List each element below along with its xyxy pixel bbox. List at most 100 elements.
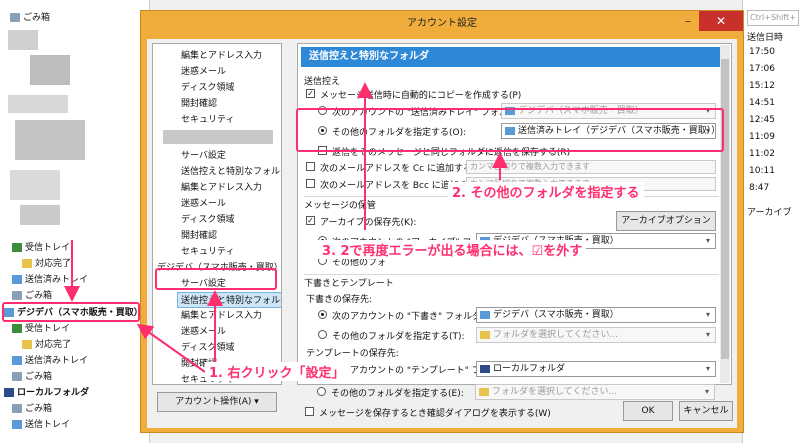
- folder-done-1[interactable]: 対応完了: [22, 256, 71, 272]
- search-input[interactable]: Ctrl+Shift+: [747, 10, 799, 26]
- divider: [304, 274, 719, 275]
- templates-other-label: その他のフォルダを指定する(E):: [331, 389, 464, 399]
- drafts-account-radio[interactable]: [318, 310, 327, 319]
- row-time: 8:47: [749, 183, 770, 193]
- computer-icon: [4, 388, 14, 397]
- blurred-block: [10, 170, 60, 200]
- drafts-account-select[interactable]: デジデバ（スマホ販売・買取） ▾: [476, 307, 716, 323]
- nav-item[interactable]: 編集とアドレス入力: [181, 308, 262, 324]
- nav-item[interactable]: 送信控えと特別なフォルダ: [181, 164, 281, 180]
- trash-icon: [12, 291, 22, 300]
- nav-item[interactable]: ディスク領域: [181, 212, 234, 228]
- trash-icon: [10, 13, 20, 22]
- chevron-down-icon: ▾: [705, 310, 710, 319]
- blurred-block: [30, 55, 70, 85]
- blurred-block: [8, 95, 68, 113]
- drafts-other-select[interactable]: フォルダを選択してください... ▾: [476, 327, 716, 343]
- cancel-button[interactable]: キャンセル: [679, 401, 733, 421]
- highlight-nav-selected: [155, 268, 277, 290]
- sent-icon: [12, 275, 22, 284]
- drafts-account-label: 次のアカウントの "下書き" フォルダ(D):: [332, 312, 498, 322]
- trash-icon: [12, 372, 22, 381]
- section-drafts: 下書きとテンプレート: [304, 279, 394, 289]
- annotation-step3: 3. 2で再度エラーが出る場合には、☑を外す: [318, 240, 587, 259]
- chevron-down-icon: ▾: [705, 364, 710, 373]
- nav-item[interactable]: セキュリティ: [181, 244, 234, 260]
- cc-checkbox[interactable]: [306, 162, 315, 171]
- row-time: 11:02: [749, 149, 775, 159]
- auto-copy-checkbox[interactable]: ✓: [306, 89, 315, 98]
- folder-local[interactable]: ローカルフォルダ: [4, 385, 89, 401]
- drafts-keep-label: 下書きの保存先:: [306, 295, 373, 305]
- folder-trash-2[interactable]: ごみ箱: [12, 369, 52, 385]
- nav-item[interactable]: 開封確認: [181, 228, 217, 244]
- folder-sent-1[interactable]: 送信済みトレイ: [12, 272, 88, 288]
- mail-account-icon: [480, 311, 490, 319]
- nav-item[interactable]: 編集とアドレス入力: [181, 180, 262, 196]
- folder-icon: [479, 388, 489, 396]
- row-time: 11:09: [749, 132, 775, 142]
- folder-pane: ごみ箱 受信トレイ 対応完了 送信済みトレイ ごみ箱 デジデバ（スマホ販売・買取…: [0, 0, 150, 443]
- row-time: 15:12: [749, 81, 775, 91]
- computer-icon: [480, 365, 490, 373]
- drafts-other-label: その他のフォルダを指定する(T):: [332, 332, 465, 342]
- row-time: 10:11: [749, 166, 775, 176]
- nav-item-selected[interactable]: 送信控えと特別なフォルダ: [177, 292, 281, 308]
- archive-keep-checkbox[interactable]: ✓: [306, 216, 315, 225]
- folder-icon: [480, 331, 490, 339]
- trash-icon: [12, 404, 22, 413]
- minimize-icon[interactable]: –: [677, 11, 699, 31]
- confirm-dialog-checkbox[interactable]: [305, 407, 314, 416]
- templates-other-radio[interactable]: [317, 387, 326, 396]
- folder-icon: [22, 259, 32, 268]
- settings-panel: 送信控えと特別なフォルダ 送信控え ✓ メッセージ送信時に自動的にコピーを作成す…: [297, 43, 732, 385]
- row-time: 17:50: [749, 47, 775, 57]
- close-icon[interactable]: ✕: [699, 11, 743, 31]
- templates-account-select[interactable]: ローカルフォルダ ▾: [476, 361, 716, 377]
- nav-item[interactable]: ディスク領域: [181, 80, 234, 96]
- chevron-down-icon: ▾: [705, 236, 710, 245]
- section-sent: 送信控え: [304, 77, 341, 87]
- folder-done-2[interactable]: 対応完了: [22, 337, 71, 353]
- folder-trash-top[interactable]: ごみ箱: [10, 10, 50, 26]
- folder-inbox-2[interactable]: 受信トレイ: [12, 321, 70, 337]
- folder-trash-3[interactable]: ごみ箱: [12, 401, 52, 417]
- nav-item[interactable]: サーバ設定: [181, 148, 226, 164]
- nav-item[interactable]: 迷惑メール: [181, 196, 226, 212]
- blurred-account: [163, 130, 273, 144]
- nav-item[interactable]: 開封確認: [181, 96, 217, 112]
- blurred-block: [20, 205, 60, 225]
- archive-button[interactable]: アーカイブ: [747, 205, 791, 218]
- inbox-icon: [12, 324, 22, 333]
- cc-input[interactable]: カンマ区切りで複数入力できます: [466, 160, 716, 174]
- chevron-down-icon: ▾: [705, 330, 710, 339]
- chevron-down-icon: ▾: [704, 387, 709, 396]
- nav-item[interactable]: セキュリティ: [181, 112, 234, 128]
- outbox-icon: [12, 420, 22, 429]
- column-header-date[interactable]: 送信日時: [747, 30, 783, 43]
- archive-options-button[interactable]: アーカイブオプション(A)...: [616, 211, 716, 244]
- nav-item[interactable]: ディスク領域: [181, 340, 234, 356]
- folder-outbox[interactable]: 送信トレイ: [12, 417, 70, 433]
- bcc-checkbox[interactable]: [306, 179, 315, 188]
- panel-scrollbar[interactable]: [720, 45, 730, 383]
- section-archive: メッセージの保管: [304, 201, 376, 211]
- annotation-step1: 1. 右クリック「設定」: [205, 362, 349, 381]
- dialog-title: アカウント設定: [407, 18, 477, 29]
- scrollbar-thumb[interactable]: [721, 59, 729, 359]
- drafts-other-radio[interactable]: [318, 330, 327, 339]
- nav-item[interactable]: 迷惑メール: [181, 64, 226, 80]
- templates-other-select[interactable]: フォルダを選択してください... ▾: [475, 384, 715, 400]
- highlight-specify-folder: [296, 108, 724, 152]
- nav-item[interactable]: 迷惑メール: [181, 324, 226, 340]
- cc-label: 次のメールアドレスを Cc に追加する(C):: [320, 164, 489, 174]
- folder-sent-2[interactable]: 送信済みトレイ: [12, 353, 88, 369]
- folder-inbox-1[interactable]: 受信トレイ: [12, 240, 70, 256]
- panel-header: 送信控えと特別なフォルダ: [301, 47, 728, 67]
- folder-icon: [22, 340, 32, 349]
- blurred-block: [15, 120, 85, 160]
- account-nav-tree: 編集とアドレス入力 迷惑メール ディスク領域 開封確認 セキュリティ サーバ設定…: [152, 43, 282, 385]
- account-ops-button[interactable]: アカウント操作(A) ▾: [157, 392, 277, 412]
- ok-button[interactable]: OK: [623, 401, 673, 421]
- nav-item[interactable]: 編集とアドレス入力: [181, 48, 262, 64]
